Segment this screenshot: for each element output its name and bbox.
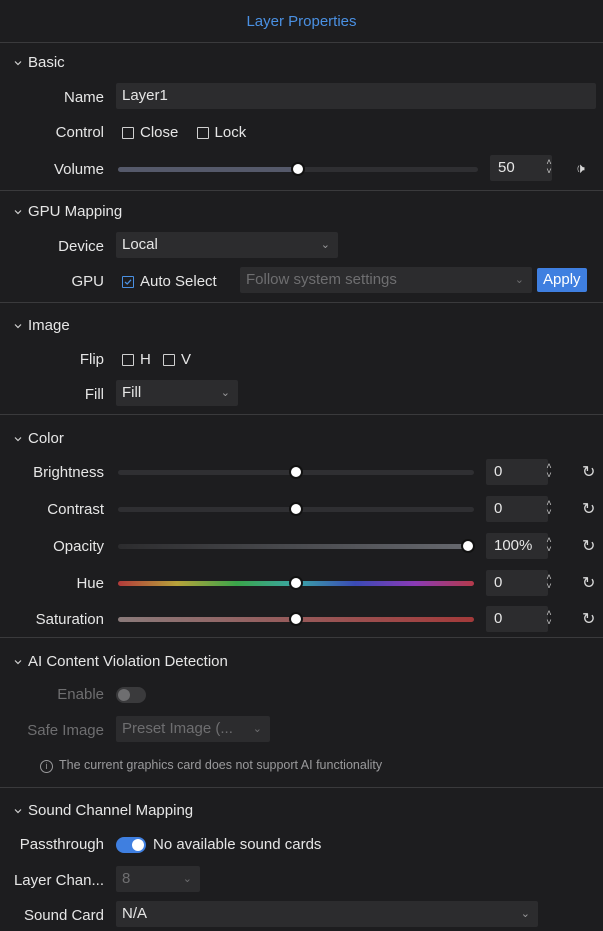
brightness-slider[interactable] <box>118 465 474 479</box>
sound-section-header[interactable]: Sound Channel Mapping <box>14 802 193 819</box>
chevron-down-icon <box>14 658 22 666</box>
saturation-number-input[interactable]: 0 <box>486 606 548 632</box>
chevron-down-icon <box>14 59 22 67</box>
auto-select-checkbox[interactable]: Auto Select <box>122 273 217 290</box>
flip-v-checkbox[interactable]: V <box>163 351 191 368</box>
panel-title: Layer Properties <box>0 0 603 43</box>
name-input[interactable]: Layer1 <box>116 83 596 109</box>
passthrough-toggle[interactable] <box>116 837 146 853</box>
image-section-header[interactable]: Image <box>14 317 70 334</box>
volume-slider-handle[interactable] <box>291 162 305 176</box>
enable-toggle[interactable] <box>116 687 146 703</box>
volume-slider-fill <box>118 167 298 172</box>
saturation-slider-handle[interactable] <box>289 612 303 626</box>
info-icon: i <box>40 760 53 773</box>
chevron-down-icon: ⌄ <box>182 873 192 885</box>
basic-section: Basic Name Layer1 Control Close Lock Vol… <box>0 43 603 191</box>
opacity-slider-handle[interactable] <box>461 539 475 553</box>
hue-spinner[interactable]: ˄ ˅ <box>544 573 554 593</box>
checkbox-icon <box>196 126 209 139</box>
sound-channel-section: Sound Channel Mapping Passthrough No ava… <box>0 788 603 931</box>
passthrough-status: No available sound cards <box>153 836 322 853</box>
sound-card-select[interactable]: N/A ⌄ <box>116 901 538 927</box>
reset-icon[interactable]: ↻ <box>582 573 595 593</box>
reset-icon[interactable]: ↻ <box>582 609 595 629</box>
checkbox-icon <box>122 126 134 139</box>
brightness-label: Brightness <box>33 464 104 481</box>
reset-icon[interactable]: ↻ <box>582 499 595 519</box>
device-label: Device <box>58 238 104 255</box>
ai-detection-section: AI Content Violation Detection Enable Sa… <box>0 638 603 788</box>
saturation-spinner[interactable]: ˄ ˅ <box>544 609 554 629</box>
chevron-down-icon: ⌄ <box>320 239 330 251</box>
basic-section-header[interactable]: Basic <box>14 54 65 71</box>
opacity-label: Opacity <box>53 538 104 555</box>
sound-card-label: Sound Card <box>23 907 104 924</box>
close-checkbox[interactable]: Close <box>122 124 178 141</box>
device-select[interactable]: Local ⌄ <box>116 232 338 258</box>
gpu-label: GPU <box>71 273 104 290</box>
fill-select[interactable]: Fill ⌄ <box>116 380 238 406</box>
gpu-select[interactable]: Follow system settings ⌄ <box>240 267 532 293</box>
image-section: Image Flip H V Fill Fill ⌄ <box>0 303 603 415</box>
saturation-label: Saturation <box>35 611 104 628</box>
gpu-section-header[interactable]: GPU Mapping <box>14 203 122 220</box>
contrast-spinner[interactable]: ˄ ˅ <box>544 499 554 519</box>
contrast-slider[interactable] <box>118 502 474 516</box>
ai-section-header[interactable]: AI Content Violation Detection <box>14 653 228 670</box>
fill-label: Fill <box>84 386 104 403</box>
hue-slider-handle[interactable] <box>289 576 303 590</box>
volume-number-input[interactable]: 50 <box>490 155 552 181</box>
opacity-slider[interactable] <box>118 539 475 553</box>
speaker-icon[interactable]: 🕩 <box>576 160 585 177</box>
brightness-spinner[interactable]: ˄ ˅ <box>544 462 554 482</box>
chevron-down-icon <box>14 322 22 330</box>
reset-icon[interactable]: ↻ <box>582 462 595 482</box>
hue-label: Hue <box>76 575 104 592</box>
color-section-header[interactable]: Color <box>14 430 64 447</box>
checkbox-icon <box>163 353 176 366</box>
toggle-knob <box>132 839 144 851</box>
contrast-label: Contrast <box>47 501 104 518</box>
flip-h-checkbox[interactable]: H <box>122 351 151 368</box>
layer-channel-label: Layer Chan... <box>13 872 104 889</box>
volume-spinner[interactable]: ˄ ˅ <box>544 158 554 178</box>
chevron-down-icon: ⌄ <box>220 387 230 399</box>
hue-number-input[interactable]: 0 <box>486 570 548 596</box>
chevron-down-icon: ⌄ <box>514 274 524 286</box>
checkbox-checked-icon <box>122 275 134 288</box>
saturation-slider[interactable] <box>118 612 474 626</box>
opacity-spinner[interactable]: ˄ ˅ <box>544 536 554 556</box>
layer-channel-select[interactable]: 8 ⌄ <box>116 866 200 892</box>
safe-image-label: Safe Image <box>27 722 104 739</box>
name-label: Name <box>63 89 104 106</box>
checkbox-icon <box>122 353 134 366</box>
opacity-number-input[interactable]: 100% <box>486 533 548 559</box>
passthrough-label: Passthrough <box>19 836 104 853</box>
chevron-down-icon <box>14 208 22 216</box>
chevron-down-icon: ⌄ <box>252 723 262 735</box>
contrast-number-input[interactable]: 0 <box>486 496 548 522</box>
lock-checkbox[interactable]: Lock <box>196 124 246 141</box>
toggle-knob <box>118 689 130 701</box>
reset-icon[interactable]: ↻ <box>582 536 595 556</box>
gpu-mapping-section: GPU Mapping Device Local ⌄ GPU Auto Selec… <box>0 191 603 303</box>
hue-slider[interactable] <box>118 576 474 590</box>
brightness-number-input[interactable]: 0 <box>486 459 548 485</box>
chevron-down-icon: ⌄ <box>520 908 530 920</box>
ai-warning-note: i The current graphics card does not supp… <box>40 758 382 773</box>
safe-image-select[interactable]: Preset Image (... ⌄ <box>116 716 270 742</box>
control-label: Control <box>55 124 104 141</box>
flip-label: Flip <box>79 351 104 368</box>
volume-slider[interactable] <box>118 162 478 176</box>
enable-label: Enable <box>57 686 104 703</box>
apply-button[interactable]: Apply <box>537 268 587 292</box>
color-section: Color Brightness 0 ˄ ˅ ↻ Contrast 0 ˄ ˅ ↻ … <box>0 415 603 638</box>
brightness-slider-handle[interactable] <box>289 465 303 479</box>
chevron-down-icon <box>14 807 22 815</box>
chevron-down-icon <box>14 435 22 443</box>
contrast-slider-handle[interactable] <box>289 502 303 516</box>
volume-label: Volume <box>53 161 104 178</box>
